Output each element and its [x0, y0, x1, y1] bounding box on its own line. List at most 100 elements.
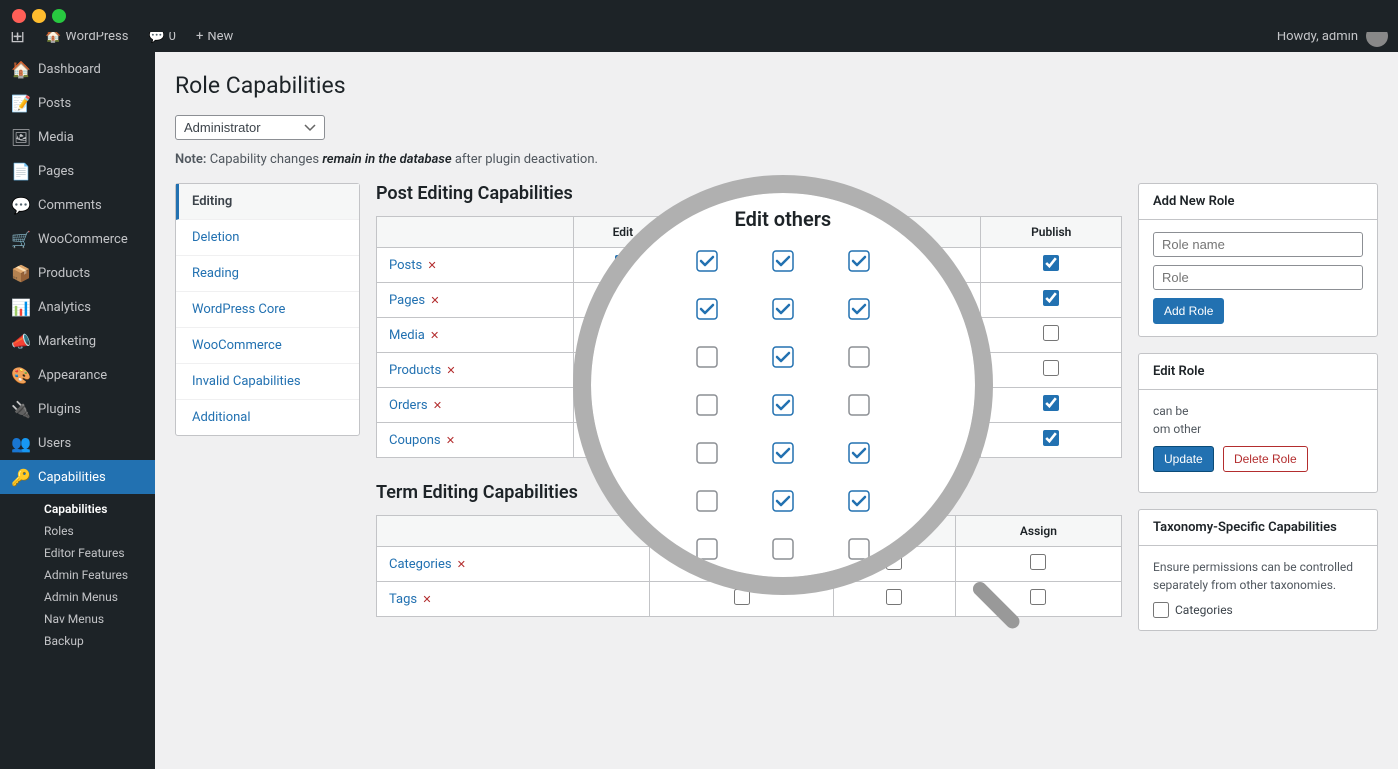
sidebar-item-capabilities[interactable]: 🔑 Capabilities [0, 460, 155, 494]
edit-checkbox[interactable] [615, 325, 631, 341]
sidebar-item-products[interactable]: 📦 Products [0, 256, 155, 290]
remove-icon[interactable]: ✕ [427, 259, 436, 272]
edit-role-box: Edit Role can beom other Update Delete R… [1138, 353, 1378, 493]
sidebar-item-analytics[interactable]: 📊 Analytics [0, 290, 155, 324]
sidebar-item-pages[interactable]: 📄 Pages [0, 154, 155, 188]
cap-link[interactable]: Pages [389, 293, 425, 308]
cell-publish [981, 283, 1122, 318]
taxonomy-categories-checkbox[interactable] [1153, 602, 1169, 618]
mac-close-button[interactable] [12, 9, 26, 23]
create-checkbox[interactable] [729, 325, 745, 341]
sidebar-item-users[interactable]: 👥 Users [0, 426, 155, 460]
add-role-button[interactable]: Add Role [1153, 298, 1224, 324]
cap-link[interactable]: Tags [389, 592, 417, 607]
edit-checkbox[interactable] [615, 430, 631, 446]
cap-link[interactable]: Orders [389, 398, 428, 413]
publish-checkbox[interactable] [1043, 325, 1059, 341]
edit-others-checkbox[interactable] [884, 325, 900, 341]
tab-deletion[interactable]: Deletion [176, 220, 359, 256]
remove-icon[interactable]: ✕ [430, 329, 439, 342]
manage-checkbox[interactable] [734, 589, 750, 605]
edit-checkbox[interactable] [886, 554, 902, 570]
cap-link[interactable]: Posts [389, 258, 422, 273]
delete-role-button[interactable]: Delete Role [1223, 446, 1308, 472]
sidebar-label-appearance: Appearance [38, 368, 107, 383]
appearance-icon: 🎨 [12, 366, 30, 384]
capabilities-icon: 🔑 [12, 468, 30, 486]
remove-icon[interactable]: ✕ [430, 294, 439, 307]
assign-checkbox[interactable] [1030, 554, 1046, 570]
create-checkbox[interactable] [729, 360, 745, 376]
update-role-button[interactable]: Update [1153, 446, 1214, 472]
role-name-input[interactable] [1153, 232, 1363, 257]
cap-link[interactable]: Products [389, 363, 441, 378]
row-name: Coupons ✕ [377, 423, 574, 458]
tab-woocommerce[interactable]: WooCommerce [176, 328, 359, 364]
mac-minimize-button[interactable] [32, 9, 46, 23]
create-checkbox[interactable] [729, 430, 745, 446]
tab-invalid[interactable]: Invalid Capabilities [176, 364, 359, 400]
publish-checkbox[interactable] [1043, 430, 1059, 446]
sub-capabilities[interactable]: Capabilities [38, 498, 155, 520]
publish-checkbox[interactable] [1043, 255, 1059, 271]
create-checkbox[interactable] [729, 290, 745, 306]
sub-editor-features[interactable]: Editor Features [38, 542, 155, 564]
edit-checkbox[interactable] [615, 290, 631, 306]
edit-checkbox[interactable] [886, 589, 902, 605]
assign-checkbox[interactable] [1030, 589, 1046, 605]
cell-publish [981, 353, 1122, 388]
tab-reading[interactable]: Reading [176, 256, 359, 292]
role-id-input[interactable] [1153, 265, 1363, 290]
create-checkbox[interactable] [729, 395, 745, 411]
term-col-assign-header: Assign [955, 516, 1121, 547]
sidebar-item-appearance[interactable]: 🎨 Appearance [0, 358, 155, 392]
sub-backup[interactable]: Backup [38, 630, 155, 652]
cap-link[interactable]: Coupons [389, 433, 441, 448]
sidebar-label-comments: Comments [38, 198, 102, 213]
sidebar-item-posts[interactable]: 📝 Posts [0, 86, 155, 120]
role-select[interactable]: Administrator Editor Author Contributor … [175, 115, 325, 140]
tab-additional[interactable]: Additional [176, 400, 359, 435]
publish-checkbox[interactable] [1043, 290, 1059, 306]
edit-others-checkbox[interactable] [884, 395, 900, 411]
edit-others-checkbox[interactable] [884, 255, 900, 271]
sub-roles[interactable]: Roles [38, 520, 155, 542]
edit-others-checkbox[interactable] [884, 360, 900, 376]
cap-link[interactable]: Categories [389, 557, 452, 572]
tab-editing[interactable]: Editing [176, 184, 359, 220]
cap-link[interactable]: Media [389, 328, 425, 343]
row-name: Orders ✕ [377, 388, 574, 423]
sidebar-item-plugins[interactable]: 🔌 Plugins [0, 392, 155, 426]
cell-edit [574, 248, 672, 283]
table-row: Products ✕ [377, 353, 1122, 388]
remove-icon[interactable]: ✕ [433, 399, 442, 412]
edit-checkbox[interactable] [615, 360, 631, 376]
tab-wordpress-core[interactable]: WordPress Core [176, 292, 359, 328]
main-content: Role Capabilities Administrator Editor A… [155, 52, 1398, 769]
edit-checkbox[interactable] [615, 255, 631, 271]
sidebar-item-media[interactable]: 🖼 Media [0, 120, 155, 154]
edit-others-checkbox[interactable] [884, 290, 900, 306]
sidebar-item-dashboard[interactable]: 🏠 Dashboard [0, 52, 155, 86]
remove-icon[interactable]: ✕ [457, 558, 466, 571]
cell-publish [981, 423, 1122, 458]
sub-admin-menus[interactable]: Admin Menus [38, 586, 155, 608]
remove-icon[interactable]: ✕ [446, 364, 455, 377]
sidebar-item-marketing[interactable]: 📣 Marketing [0, 324, 155, 358]
table-row: Categories ✕ [377, 547, 1122, 582]
remove-icon[interactable]: ✕ [422, 593, 431, 606]
edit-checkbox[interactable] [615, 395, 631, 411]
sub-nav-menus[interactable]: Nav Menus [38, 608, 155, 630]
sidebar-item-comments[interactable]: 💬 Comments [0, 188, 155, 222]
manage-checkbox[interactable] [734, 554, 750, 570]
mac-maximize-button[interactable] [52, 9, 66, 23]
table-row: Media ✕ [377, 318, 1122, 353]
remove-icon[interactable]: ✕ [446, 434, 455, 447]
sidebar-item-woocommerce[interactable]: 🛒 WooCommerce [0, 222, 155, 256]
capabilities-submenu: Capabilities Roles Editor Features Admin… [0, 494, 155, 656]
publish-checkbox[interactable] [1043, 360, 1059, 376]
edit-others-checkbox[interactable] [884, 430, 900, 446]
create-checkbox[interactable] [729, 255, 745, 271]
publish-checkbox[interactable] [1043, 395, 1059, 411]
sub-admin-features[interactable]: Admin Features [38, 564, 155, 586]
